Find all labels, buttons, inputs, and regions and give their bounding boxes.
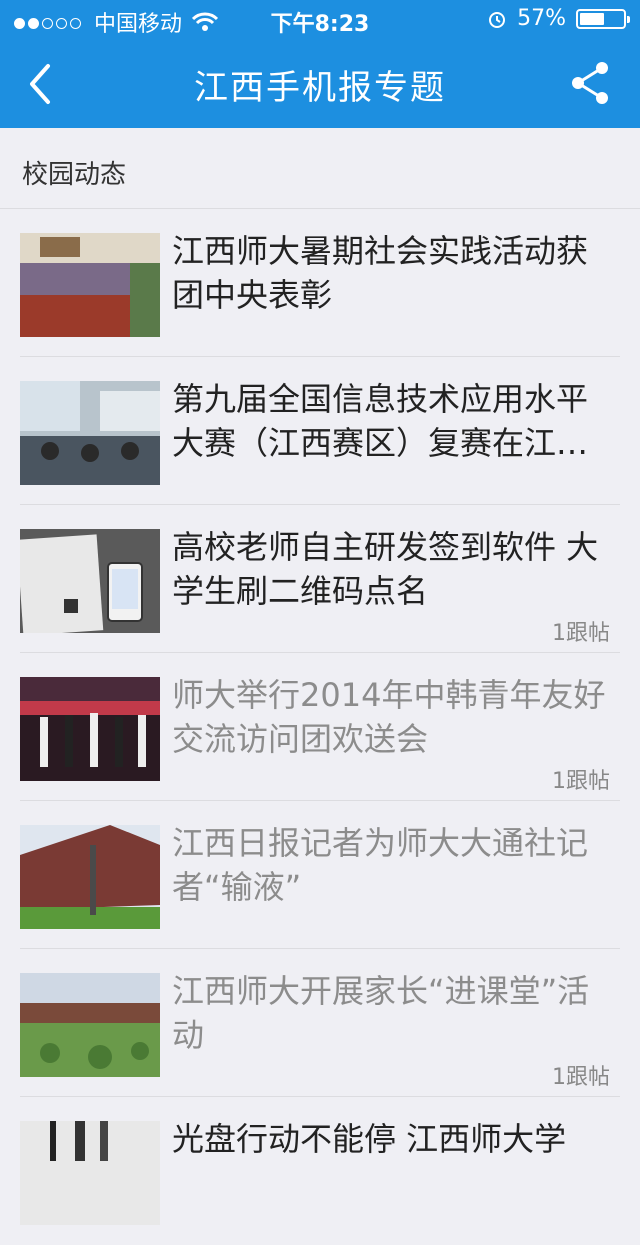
nav-bar: 江西手机报专题 <box>0 40 640 128</box>
comment-count: 1跟帖 <box>552 769 610 794</box>
article-thumbnail <box>20 677 160 781</box>
article-title: 江西师大暑期社会实践活动获团中央表彰 <box>172 232 589 314</box>
article-thumbnail <box>20 825 160 929</box>
article-title: 高校老师自主研发签到软件 大学生刷二维码点名 <box>172 528 599 610</box>
status-bar: 中国移动 下午8:23 57% <box>0 0 640 40</box>
page-title: 江西手机报专题 <box>194 68 446 108</box>
article-thumbnail <box>20 233 160 337</box>
article-thumbnail <box>20 529 160 633</box>
list-item[interactable]: 光盘行动不能停 江西师大学 <box>0 1097 640 1245</box>
list-item[interactable]: 江西师大暑期社会实践活动获团中央表彰 <box>0 209 640 357</box>
alarm-icon <box>489 11 506 28</box>
article-title: 光盘行动不能停 江西师大学 <box>172 1120 567 1158</box>
header: 中国移动 下午8:23 57% 江西手机报专题 <box>0 0 640 128</box>
share-icon[interactable] <box>566 58 616 108</box>
article-thumbnail <box>20 381 160 485</box>
article-title: 江西师大开展家长“进课堂”活动 <box>172 972 590 1054</box>
battery-percent: 57% <box>517 6 566 31</box>
battery-icon <box>576 8 630 29</box>
list-item[interactable]: 第九届全国信息技术应用水平大赛（江西赛区）复赛在江… <box>0 357 640 505</box>
article-title: 师大举行2014年中韩青年友好交流访问团欢送会 <box>172 676 606 758</box>
list-item[interactable]: 师大举行2014年中韩青年友好交流访问团欢送会 1跟帖 <box>0 653 640 801</box>
list-item[interactable]: 江西师大开展家长“进课堂”活动 1跟帖 <box>0 949 640 1097</box>
section-header: 校园动态 <box>0 128 640 209</box>
article-list: 江西师大暑期社会实践活动获团中央表彰 第九届全国信息技术应用水平大赛（江西赛区）… <box>0 209 640 1245</box>
section-title: 校园动态 <box>22 160 127 190</box>
comment-count: 1跟帖 <box>552 621 610 646</box>
article-thumbnail <box>20 1121 160 1225</box>
list-item[interactable]: 江西日报记者为师大大通社记者“输液” <box>0 801 640 949</box>
list-item[interactable]: 高校老师自主研发签到软件 大学生刷二维码点名 1跟帖 <box>0 505 640 653</box>
comment-count: 1跟帖 <box>552 1065 610 1090</box>
article-title: 江西日报记者为师大大通社记者“输液” <box>172 824 589 906</box>
article-thumbnail <box>20 973 160 1077</box>
article-title: 第九届全国信息技术应用水平大赛（江西赛区）复赛在江… <box>172 380 589 462</box>
